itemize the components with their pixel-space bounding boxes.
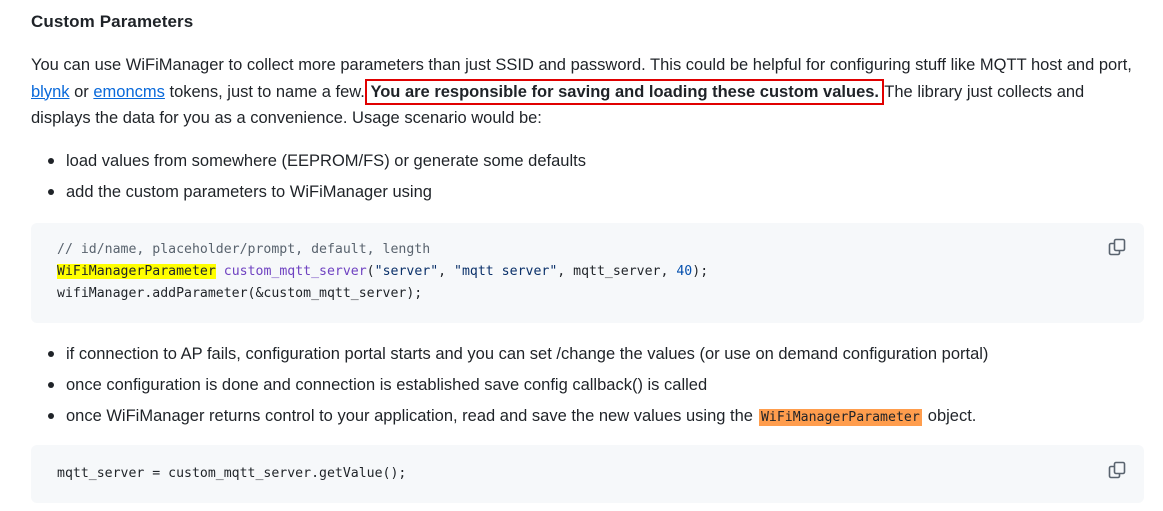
highlighted-type: WiFiManagerParameter (57, 264, 216, 279)
section-heading: Custom Parameters (31, 12, 194, 31)
code-string: "server" (374, 264, 439, 279)
copy-icon (1108, 461, 1126, 479)
list-item: once WiFiManager returns control to your… (48, 403, 988, 434)
code-string: "mqtt server" (454, 264, 558, 279)
code-block-parameter: // id/name, placeholder/prompt, default,… (31, 223, 1144, 323)
code-function: custom_mqtt_server (223, 264, 367, 279)
paragraph-text: tokens, just to name a few. (164, 82, 370, 101)
blynk-link[interactable]: blynk (31, 83, 70, 101)
paragraph-text: You can use WiFiManager to collect more … (31, 56, 1132, 74)
code-text: , mqtt_server, (557, 264, 677, 279)
list-item: add the custom parameters to WiFiManager… (48, 179, 586, 210)
inline-code-parameter: WiFiManagerParameter (758, 409, 922, 426)
code-comment: // id/name, placeholder/prompt, default,… (57, 242, 431, 257)
usage-list-1: load values from somewhere (EEPROM/FS) o… (48, 148, 586, 210)
code-text: ); (692, 264, 709, 279)
list-item: load values from somewhere (EEPROM/FS) o… (48, 148, 586, 179)
paragraph-text: or (69, 82, 94, 101)
code-line: wifiManager.addParameter(&custom_mqtt_se… (57, 286, 422, 301)
list-item: if connection to AP fails, configuration… (48, 341, 988, 372)
copy-icon[interactable] (1107, 237, 1127, 257)
code-text: ( (366, 264, 375, 279)
code-text: , (438, 264, 455, 279)
usage-list-2: if connection to AP fails, configuration… (48, 341, 988, 434)
code-line: mqtt_server = custom_mqtt_server.getValu… (57, 466, 406, 481)
code-block-getvalue: mqtt_server = custom_mqtt_server.getValu… (31, 445, 1144, 503)
code-text: wifiManager.addParameter(&custom_mqtt_se… (57, 286, 423, 301)
highlighted-warning: You are responsible for saving and loadi… (365, 78, 885, 105)
list-item: once configuration is done and connectio… (48, 372, 988, 403)
list-item-text: object. (927, 407, 977, 425)
copy-icon (1108, 238, 1126, 256)
code-text: mqtt_server = custom_mqtt_server.getValu… (57, 466, 407, 481)
code-line: // id/name, placeholder/prompt, default,… (57, 242, 430, 257)
list-item-text: once WiFiManager returns control to your… (66, 407, 753, 425)
intro-paragraph: You can use WiFiManager to collect more … (31, 52, 1141, 132)
emoncms-link[interactable]: emoncms (93, 83, 165, 101)
code-number: 40 (676, 264, 693, 279)
code-line: WiFiManagerParameter custom_mqtt_server(… (57, 264, 708, 279)
copy-icon[interactable] (1107, 460, 1127, 480)
